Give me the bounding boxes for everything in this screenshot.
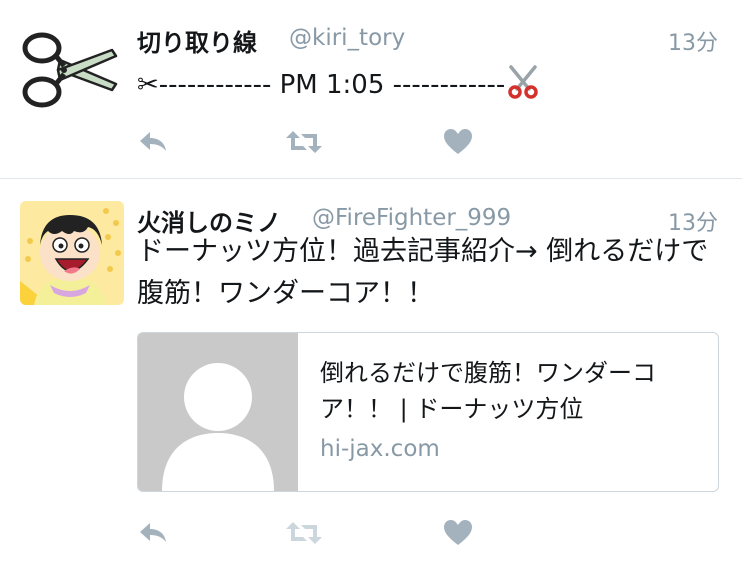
scissors-emoji-icon [508, 65, 538, 99]
placeholder-person-icon [138, 333, 298, 491]
scissors-icon [20, 18, 124, 122]
cartoon-character-avatar [20, 201, 124, 305]
display-name[interactable]: 切り取り線 [137, 23, 257, 58]
retweet-icon [286, 522, 322, 544]
reply-button[interactable] [137, 519, 169, 549]
like-button[interactable] [443, 128, 473, 160]
link-card[interactable]: 倒れるだけで腹筋！ワンダーコア！！ | ドーナッツ方位 hi-jax.com [137, 332, 719, 492]
reply-icon [140, 132, 166, 151]
avatar[interactable] [20, 201, 124, 305]
retweet-button[interactable] [285, 128, 323, 160]
reply-icon [140, 523, 166, 542]
tweet-item[interactable]: 切り取り線 @kiri_tory 13分 ✂------------ PM 1:… [0, 0, 742, 179]
tweet-header: 切り取り線 @kiri_tory 13分 [137, 23, 718, 57]
like-button[interactable] [443, 519, 473, 551]
avatar[interactable] [20, 18, 124, 122]
timestamp[interactable]: 13分 [668, 25, 718, 57]
card-image [138, 333, 298, 491]
user-handle[interactable]: @kiri_tory [289, 25, 405, 51]
card-domain: hi-jax.com [320, 436, 440, 462]
heart-icon [444, 520, 472, 545]
tweet-item[interactable]: 火消しのミノ @FireFighter_999 13分 ドーナッツ方位！過去記事… [0, 179, 742, 572]
tweet-text: ✂------------ PM 1:05 ------------ [137, 64, 718, 106]
retweet-button[interactable] [285, 519, 323, 551]
card-title: 倒れるだけで腹筋！ワンダーコア！！ | ドーナッツ方位 [320, 359, 656, 423]
retweet-icon [286, 131, 322, 153]
tweet-text: ドーナッツ方位！過去記事紹介→ 倒れるだけで腹筋！ワンダーコア！！ [137, 236, 709, 309]
heart-icon [444, 129, 472, 154]
tweet-text-body: ✂------------ PM 1:05 ------------ [137, 70, 506, 100]
reply-button[interactable] [137, 128, 169, 158]
user-handle[interactable]: @FireFighter_999 [312, 205, 511, 231]
